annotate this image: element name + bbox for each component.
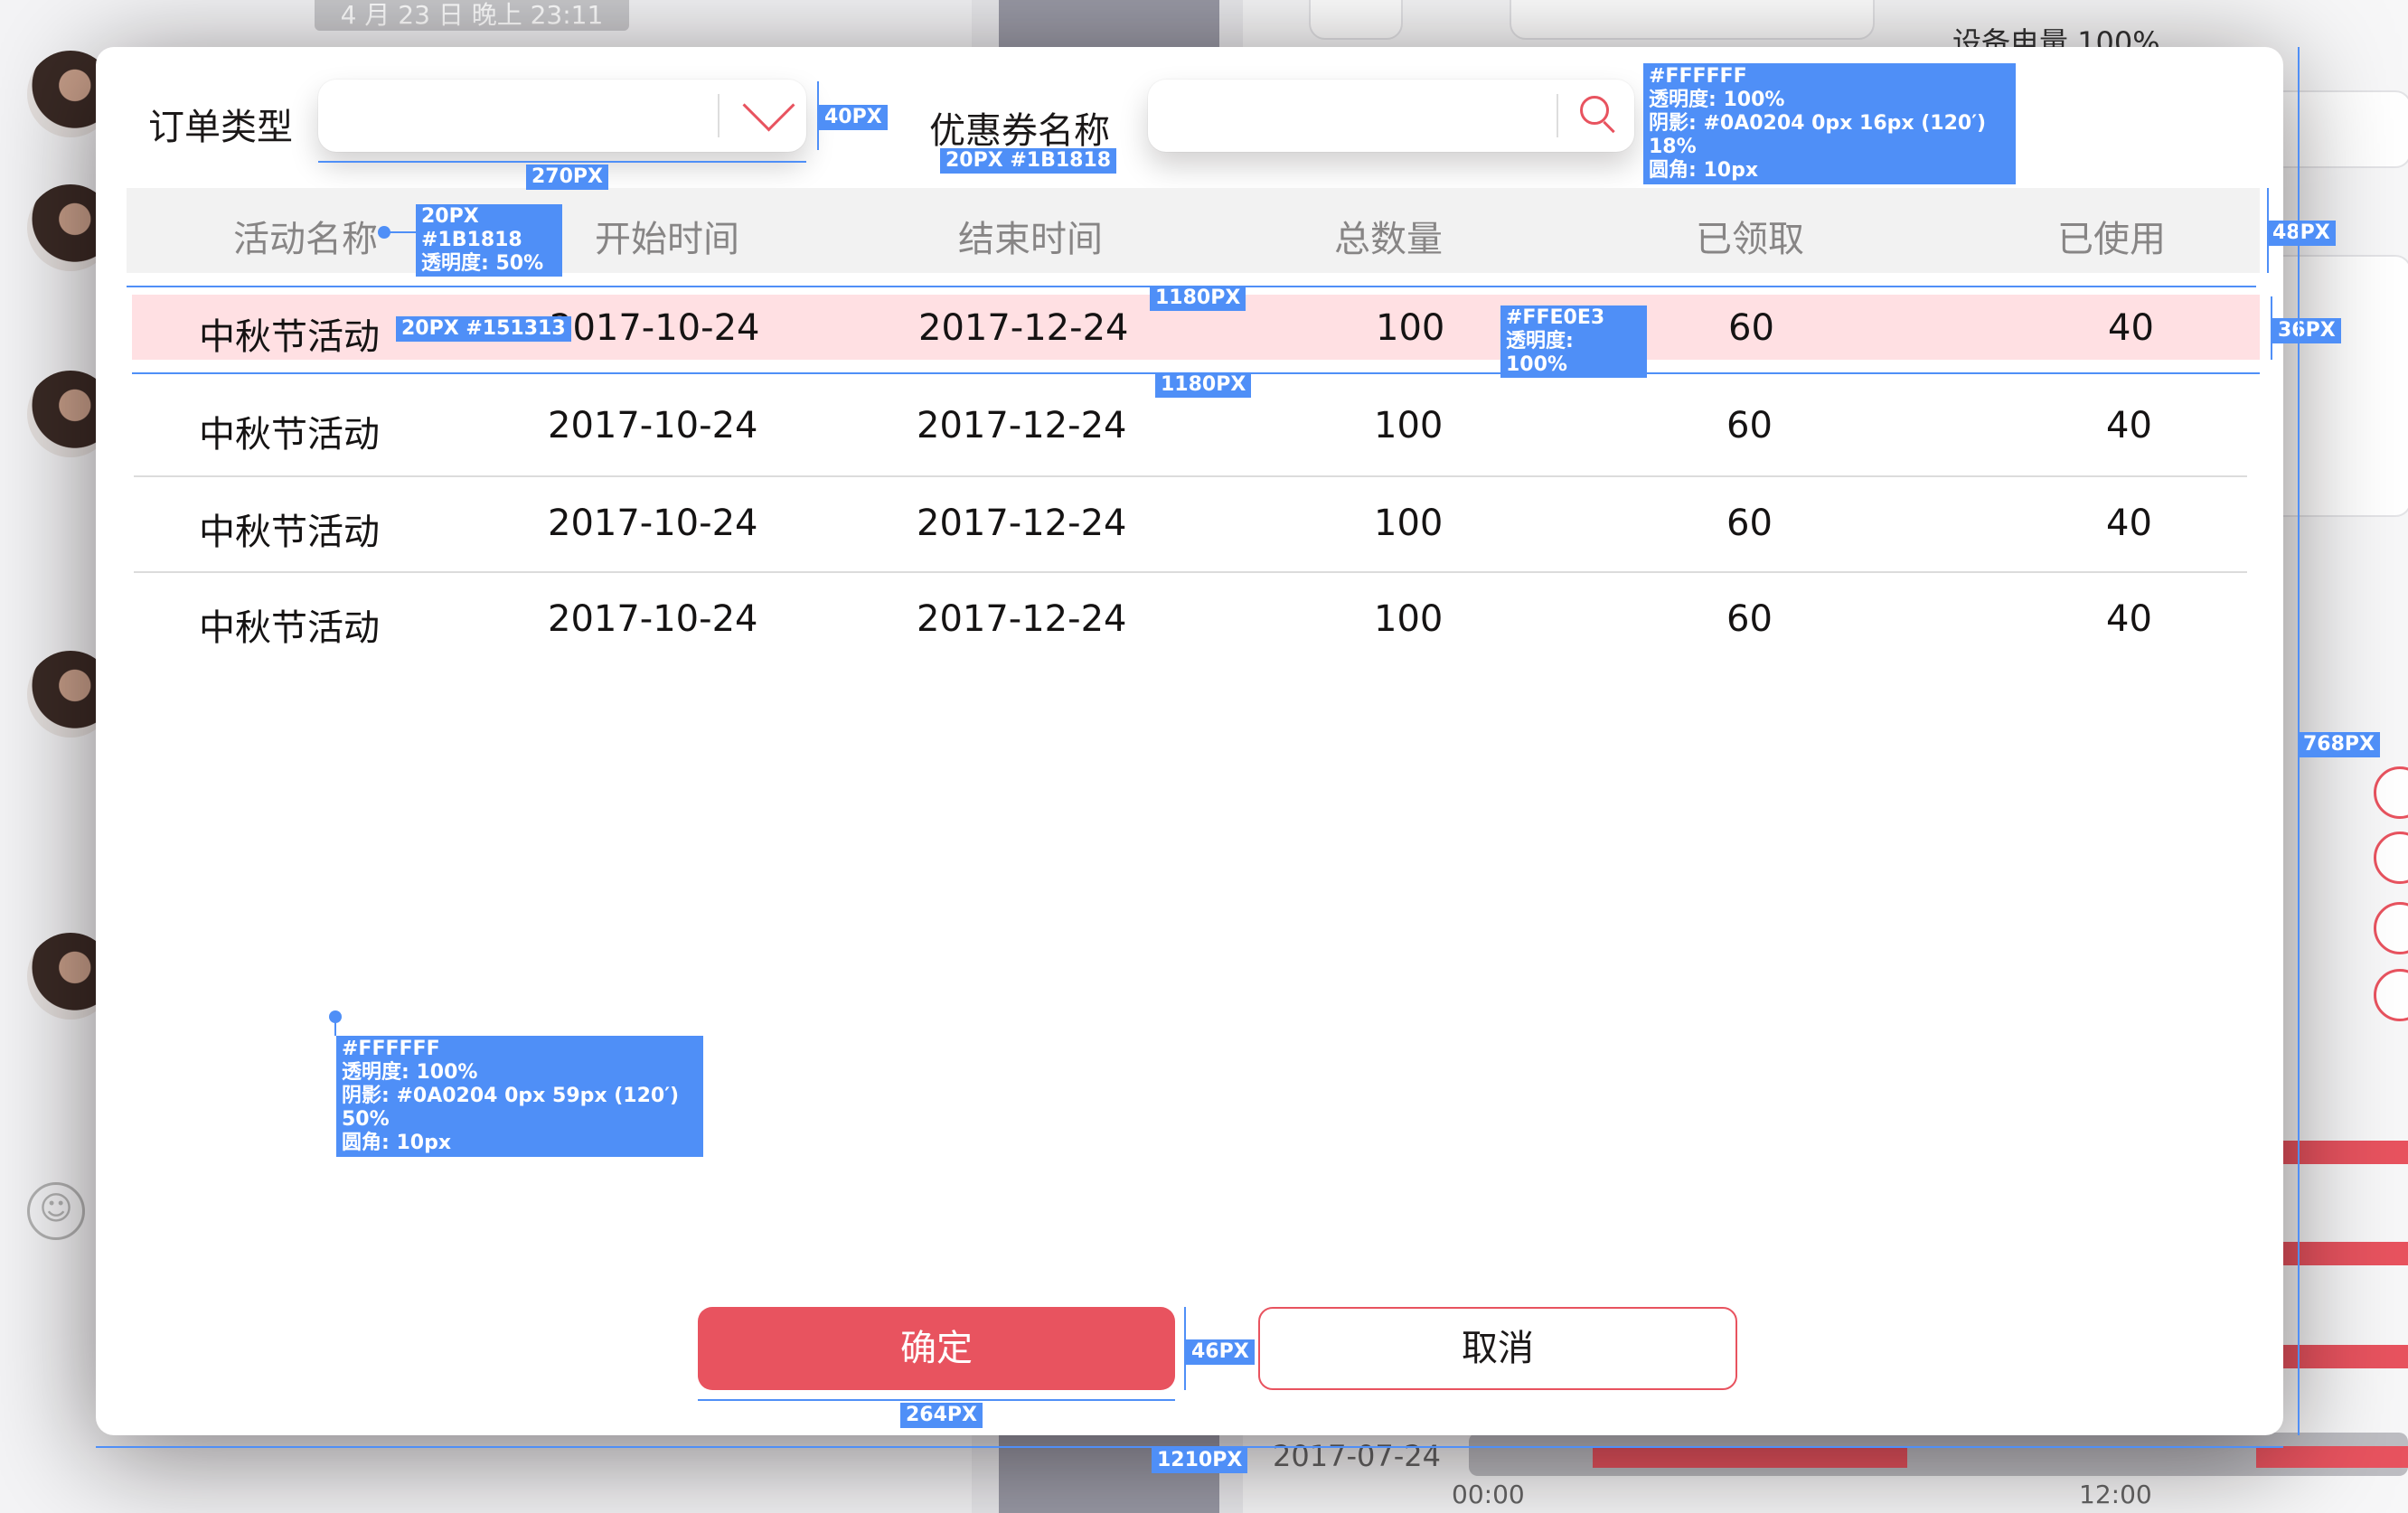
field-divider — [718, 94, 720, 137]
background-timeline-time: 12:00 — [2079, 1480, 2152, 1509]
annotation-button-height: 46PX — [1186, 1339, 1255, 1365]
background-card — [1510, 0, 1875, 40]
column-header-used: 已使用 — [2057, 219, 2166, 260]
annotation-row-width: 1180PX — [1155, 372, 1252, 398]
annotation-label-spec: 20PX #1B1818 — [940, 148, 1117, 174]
annotation-line: 透明度: 100% — [1506, 330, 1574, 376]
background-timeline-date: 2017-07-24 — [1273, 1439, 1441, 1473]
background-stripe — [2283, 1242, 2408, 1265]
annotation-line: 20PX #1B1818 — [421, 205, 522, 251]
search-icon[interactable] — [1580, 96, 1618, 134]
annotation-line: 透明度: 50% — [421, 252, 544, 275]
annotation-button-width: 264PX — [900, 1403, 983, 1428]
cell-name: 中秋节活动 — [199, 607, 380, 649]
column-header-received: 已领取 — [1696, 219, 1804, 260]
cell-total: 100 — [1376, 307, 1445, 349]
cell-used: 40 — [2106, 598, 2152, 640]
cell-name: 中秋节活动 — [199, 414, 380, 456]
annotation-header-spec: 20PX #1B1818 透明度: 50% — [416, 204, 562, 277]
annotation-row-width: 1180PX — [1150, 286, 1246, 311]
chevron-down-icon[interactable] — [742, 79, 795, 132]
cell-end: 2017-12-24 — [917, 405, 1127, 446]
cell-name: 中秋节活动 — [199, 316, 380, 358]
coupon-name-input[interactable] — [1148, 80, 1634, 152]
annotation-guide — [385, 231, 416, 233]
cell-total: 100 — [1374, 503, 1444, 544]
field-divider — [1557, 94, 1558, 137]
order-type-label: 订单类型 — [148, 107, 293, 148]
annotation-field-width: 270PX — [526, 164, 609, 190]
annotation-guide — [698, 1399, 1175, 1401]
background-timeline-bar — [1593, 1446, 1907, 1468]
annotation-line: 阴影: #0A0204 0px 16px (120′) 18% — [1649, 112, 1987, 158]
cell-end: 2017-12-24 — [917, 503, 1127, 544]
table-row[interactable] — [132, 477, 2247, 571]
column-header-total: 总数量 — [1334, 219, 1443, 260]
column-header-start: 开始时间 — [595, 219, 739, 260]
cell-used: 40 — [2108, 307, 2154, 349]
cell-received: 60 — [1726, 503, 1773, 544]
column-header-name: 活动名称 — [233, 219, 378, 260]
annotation-row-height: 36PX — [2272, 318, 2341, 343]
emoji-icon: ☺ — [27, 1182, 85, 1240]
annotation-row-text-spec: 20PX #151313 — [396, 316, 571, 342]
background-card — [1309, 0, 1403, 40]
table-row[interactable] — [132, 573, 2247, 667]
cell-received: 60 — [1726, 405, 1773, 446]
annotation-line: #FFE0E3 — [1506, 306, 1605, 329]
annotation-guide — [318, 161, 806, 163]
cell-start: 2017-10-24 — [550, 307, 760, 349]
annotation-line: #FFFFFF — [342, 1038, 440, 1060]
background-timeline-time: 00:00 — [1452, 1480, 1525, 1509]
column-header-end: 结束时间 — [958, 219, 1103, 260]
cell-used: 40 — [2106, 503, 2152, 544]
cell-start: 2017-10-24 — [548, 598, 758, 640]
annotation-line: 圆角: 10px — [1649, 159, 1759, 182]
annotation-field-spec: #FFFFFF 透明度: 100% 阴影: #0A0204 0px 16px (… — [1643, 63, 2016, 184]
cell-start: 2017-10-24 — [548, 503, 758, 544]
cell-end: 2017-12-24 — [917, 598, 1127, 640]
cell-used: 40 — [2106, 405, 2152, 446]
cell-name: 中秋节活动 — [199, 512, 380, 553]
coupon-name-label: 优惠券名称 — [929, 110, 1110, 152]
background-timeline-bar — [2256, 1446, 2408, 1468]
cell-total: 100 — [1374, 405, 1444, 446]
background-stripe — [2283, 1345, 2408, 1368]
cell-end: 2017-12-24 — [918, 307, 1129, 349]
cell-total: 100 — [1374, 598, 1444, 640]
annotation-line: 透明度: 100% — [342, 1061, 478, 1084]
annotation-row-color: #FFE0E3 透明度: 100% — [1500, 305, 1647, 378]
annotation-header-height: 48PX — [2267, 221, 2336, 246]
annotation-line: #FFFFFF — [1649, 65, 1747, 88]
confirm-button[interactable]: 确定 — [698, 1307, 1175, 1390]
background-timestamp: 4 月 23 日 晚上 23:11 — [315, 0, 629, 31]
annotation-field-height: 40PX — [819, 105, 888, 130]
annotation-dialog-width: 1210PX — [1152, 1448, 1248, 1473]
cell-received: 60 — [1726, 598, 1773, 640]
cancel-button[interactable]: 取消 — [1258, 1307, 1737, 1390]
annotation-dialog-height: 768PX — [2298, 732, 2381, 757]
order-type-select[interactable] — [318, 79, 806, 152]
annotation-dialog-spec: #FFFFFF 透明度: 100% 阴影: #0A0204 0px 59px (… — [336, 1036, 703, 1157]
background-stripe — [2283, 1141, 2408, 1164]
annotation-guide — [334, 1018, 336, 1036]
annotation-line: 透明度: 100% — [1649, 89, 1785, 111]
annotation-line: 圆角: 10px — [342, 1132, 452, 1154]
annotation-line: 阴影: #0A0204 0px 59px (120′) 50% — [342, 1085, 680, 1131]
cell-received: 60 — [1728, 307, 1774, 349]
cell-start: 2017-10-24 — [548, 405, 758, 446]
